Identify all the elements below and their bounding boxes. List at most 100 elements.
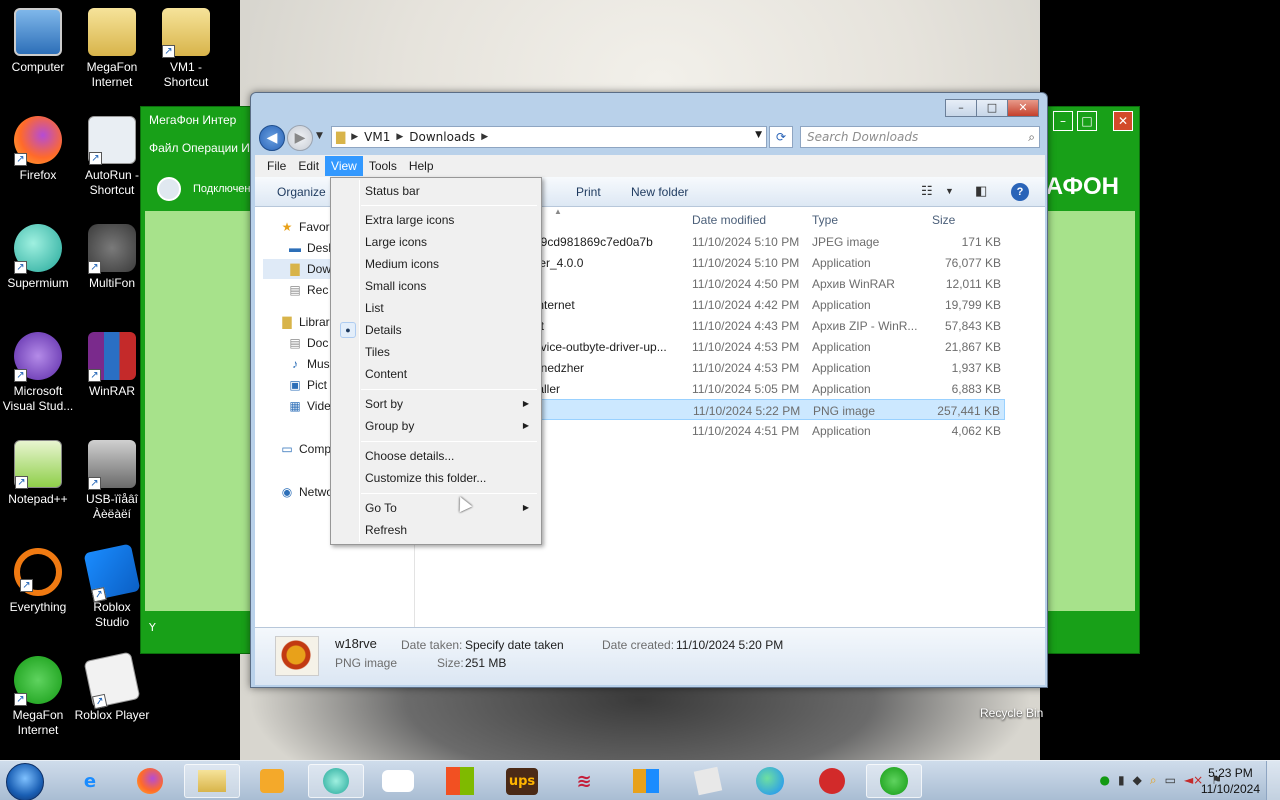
breadcrumb-separator-icon[interactable]: ▶ <box>481 132 488 142</box>
edge-icon[interactable] <box>742 764 798 798</box>
address-dropdown-icon[interactable]: ▼ <box>755 130 762 140</box>
menu-item-details[interactable]: ● Details <box>333 319 539 341</box>
preview-pane-icon[interactable]: ◧ <box>975 183 987 199</box>
nav-documents[interactable]: ▤ Doc <box>287 333 328 353</box>
desktop-icon-multifon[interactable]: ↗ MultiFon <box>74 224 150 291</box>
desktop-icon-megafon-internet[interactable]: MegaFon Internet <box>74 8 150 90</box>
menu-item-go-to[interactable]: Go To ▶ <box>333 497 539 519</box>
roblox-taskbar-icon[interactable] <box>680 764 736 798</box>
menu-item-content[interactable]: Content <box>333 363 539 385</box>
column-date-modified[interactable]: Date modified <box>692 213 766 233</box>
menu-file[interactable]: File <box>261 156 292 176</box>
nav-network[interactable]: ◉ Netwo <box>279 482 333 502</box>
ups-icon[interactable]: ups <box>494 764 550 798</box>
change-view-icon[interactable]: ☷ <box>921 183 933 199</box>
menu-help[interactable]: Help <box>403 156 440 176</box>
column-size[interactable]: Size <box>932 213 955 233</box>
desktop-icon-everything[interactable]: ↗ Everything <box>0 548 76 615</box>
breadcrumb-separator-icon[interactable]: ▶ <box>396 132 403 142</box>
megafon-tray-icon[interactable]: ● <box>1100 773 1110 788</box>
menu-view[interactable]: View <box>325 156 363 176</box>
menu-edit[interactable]: Edit <box>292 156 325 176</box>
megafon-taskbar-icon[interactable] <box>866 764 922 798</box>
microsoft-store-icon[interactable] <box>432 764 488 798</box>
menu-item-refresh[interactable]: Refresh <box>333 519 539 541</box>
menu-item-choose-details[interactable]: Choose details... <box>333 445 539 467</box>
nav-desktop[interactable]: ▬ Desl <box>287 238 331 258</box>
view-options-chevron-icon[interactable]: ▼ <box>945 186 954 196</box>
desktop-icon-roblox-player[interactable]: ↗ Roblox Player <box>74 651 150 723</box>
column-type[interactable]: Type <box>812 213 838 233</box>
breadcrumb-vm1[interactable]: VM1 <box>364 130 390 144</box>
new-folder-button[interactable]: New folder <box>631 185 688 199</box>
recent-pages-chevron-icon[interactable]: ▼ <box>316 131 323 141</box>
minimize-button[interactable]: – <box>945 99 977 117</box>
recycle-bin-label[interactable]: Recycle Bin <box>980 706 1043 720</box>
desktop-icon-computer[interactable]: Computer <box>0 8 76 75</box>
menu-item-list[interactable]: List <box>333 297 539 319</box>
menu-item-customize-folder[interactable]: Customize this folder... <box>333 467 539 489</box>
maximize-button[interactable]: □ <box>976 99 1008 117</box>
desktop-icon-winrar[interactable]: ↗ WinRAR <box>74 332 150 399</box>
signal-icon[interactable]: ▮ <box>1118 773 1125 788</box>
nav-music[interactable]: ♪ Mus <box>287 354 330 374</box>
print-button[interactable]: Print <box>576 185 601 199</box>
nav-pictures[interactable]: ▣ Pict <box>287 375 327 395</box>
forward-button[interactable]: ▶ <box>287 125 313 151</box>
menu-item-sort-by[interactable]: Sort by ▶ <box>333 393 539 415</box>
media-player-icon[interactable] <box>244 764 300 798</box>
desktop-icon-visual-studio[interactable]: ↗ Microsoft Visual Stud... <box>0 332 76 414</box>
back-button[interactable]: ◀ <box>259 125 285 151</box>
menu-item-extra-large-icons[interactable]: Extra large icons <box>333 209 539 231</box>
close-icon[interactable]: ✕ <box>1113 111 1133 131</box>
nav-videos[interactable]: ▦ Vide <box>287 396 330 416</box>
explorer-taskbar-icon[interactable] <box>184 764 240 798</box>
bank-of-america-icon[interactable]: ≋ <box>556 764 612 798</box>
shopping-bag-icon[interactable] <box>618 764 674 798</box>
desktop-icon-vm1-shortcut[interactable]: ↗ VM1 - Shortcut <box>148 8 224 90</box>
organize-button[interactable]: Organize <box>277 185 326 199</box>
supermium-taskbar-icon[interactable] <box>308 764 364 798</box>
breadcrumb-downloads[interactable]: Downloads <box>409 130 475 144</box>
maximize-icon[interactable]: □ <box>1077 111 1097 131</box>
nav-computer[interactable]: ▭ Comp <box>279 439 331 459</box>
nav-recent[interactable]: ▤ Rec <box>287 280 328 300</box>
youtube-icon[interactable] <box>370 764 426 798</box>
desktop-icon-notepad-plus-plus[interactable]: ↗ Notepad++ <box>0 440 76 507</box>
breadcrumb-separator-icon[interactable]: ▶ <box>351 132 358 142</box>
desktop-icon-megafon-internet-2[interactable]: ↗ MegaFon Internet <box>0 656 76 738</box>
refresh-button[interactable]: ⟳ <box>769 126 793 148</box>
minimize-icon[interactable]: – <box>1053 111 1073 131</box>
show-desktop-button[interactable] <box>1266 761 1280 800</box>
help-icon[interactable]: ? <box>1011 183 1029 201</box>
address-bar[interactable]: ▇ ▶ VM1 ▶ Downloads ▶ ▼ <box>331 126 767 148</box>
nav-favorites[interactable]: ★ Favori <box>279 217 333 237</box>
details-date-taken-value[interactable]: Specify date taken <box>465 638 564 652</box>
close-button[interactable]: ✕ <box>1007 99 1039 117</box>
search-input[interactable]: Search Downloads ⌕ <box>800 126 1040 148</box>
desktop-icon-usb-modem[interactable]: ↗ USB-ïîåâî Àèëàëí <box>74 440 150 522</box>
monitor-icon[interactable]: ▭ <box>1165 773 1176 788</box>
angry-birds-icon[interactable] <box>804 764 860 798</box>
menu-item-tiles[interactable]: Tiles <box>333 341 539 363</box>
desktop-icon-supermium[interactable]: ↗ Supermium <box>0 224 76 291</box>
menu-item-small-icons[interactable]: Small icons <box>333 275 539 297</box>
desktop-icon-autorun-shortcut[interactable]: ↗ AutoRun - Shortcut <box>74 116 150 198</box>
search-icon[interactable]: ⌕ <box>1028 127 1035 147</box>
menu-item-medium-icons[interactable]: Medium icons <box>333 253 539 275</box>
start-button[interactable] <box>6 763 44 800</box>
firefox-taskbar-icon[interactable] <box>122 764 178 798</box>
taskbar-clock[interactable]: 5:23 PM 11/10/2024 <box>1201 765 1260 797</box>
menu-item-large-icons[interactable]: Large icons <box>333 231 539 253</box>
desktop-icon-roblox-studio[interactable]: ↗ Roblox Studio <box>74 543 150 630</box>
menu-item-group-by[interactable]: Group by ▶ <box>333 415 539 437</box>
search-tray-icon[interactable]: ⌕ <box>1150 773 1157 788</box>
nav-libraries[interactable]: ▇ Librar <box>279 312 329 332</box>
internet-explorer-icon[interactable]: e <box>62 764 118 798</box>
menu-tools[interactable]: Tools <box>363 156 403 176</box>
menu-item-status-bar[interactable]: Status bar <box>333 180 539 202</box>
desktop-icon-firefox[interactable]: ↗ Firefox <box>0 116 76 183</box>
sync-icon[interactable] <box>157 177 181 201</box>
megafon-menu[interactable]: Файл Операции И <box>149 141 250 155</box>
usb-icon[interactable]: ◆ <box>1133 773 1142 788</box>
